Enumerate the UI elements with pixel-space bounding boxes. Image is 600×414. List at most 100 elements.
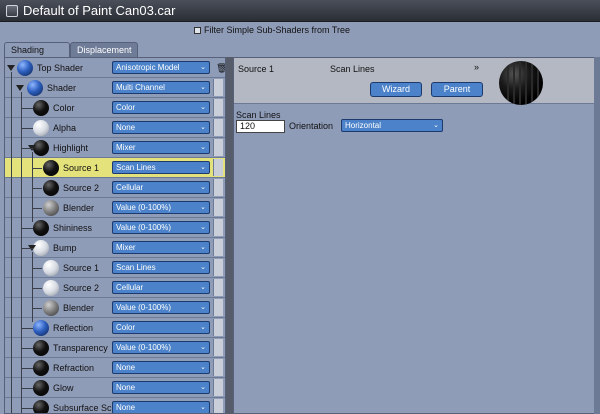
row-handle[interactable] <box>213 199 223 216</box>
chevron-down-icon: ⌄ <box>200 204 206 211</box>
shader-type-value: Cellular <box>116 183 144 192</box>
wizard-button[interactable]: Wizard <box>370 82 422 97</box>
shader-type-value: Scan Lines <box>116 263 156 272</box>
row-handle[interactable] <box>213 279 223 296</box>
shader-type-select[interactable]: None ⌄ <box>112 401 210 413</box>
tree-row[interactable]: Glow None ⌄ <box>5 378 225 398</box>
shader-ball-icon <box>43 200 59 216</box>
row-handle[interactable] <box>213 119 223 136</box>
tree-row-label: Subsurface Sc <box>53 403 112 413</box>
shader-type-select[interactable]: Mixer ⌄ <box>112 241 210 254</box>
shader-type-select[interactable]: Value (0-100%) ⌄ <box>112 201 210 214</box>
tree-row-label: Refraction <box>53 363 95 373</box>
tree-connector <box>21 408 33 409</box>
expand-triangle-icon[interactable] <box>7 65 15 71</box>
tree-row-label: Source 2 <box>63 283 100 293</box>
shader-type-value: Mixer <box>116 243 136 252</box>
tree-row[interactable]: Shininess Value (0-100%) ⌄ <box>5 218 225 238</box>
filter-checkbox[interactable]: Filter Simple Sub-Shaders from Tree <box>194 25 350 35</box>
chevron-down-icon: ⌄ <box>200 124 206 131</box>
row-handle[interactable] <box>213 319 223 336</box>
shader-type-select[interactable]: Value (0-100%) ⌄ <box>112 221 210 234</box>
row-handle[interactable] <box>213 299 223 316</box>
shader-ball-icon <box>33 400 49 413</box>
tree-row-label: Reflection <box>53 323 94 333</box>
shader-type-select[interactable]: Mixer ⌄ <box>112 141 210 154</box>
row-handle[interactable] <box>213 99 223 116</box>
tree-row[interactable]: Color Color ⌄ <box>5 98 225 118</box>
tab-displacement[interactable]: Displacement <box>70 42 138 57</box>
tree-row[interactable]: Alpha None ⌄ <box>5 118 225 138</box>
tree-row-label: Blender <box>63 303 95 313</box>
tree-row[interactable]: Bump Mixer ⌄ <box>5 238 225 258</box>
shader-type-select[interactable]: Anisotropic Model ⌄ <box>112 61 210 74</box>
row-handle[interactable] <box>213 139 223 156</box>
row-handle[interactable] <box>213 79 223 96</box>
tree-row-label: Top Shader <box>37 63 84 73</box>
tree-connector <box>21 148 33 149</box>
tree-row-label: Bump <box>53 243 77 253</box>
row-handle[interactable] <box>213 399 223 413</box>
row-handle[interactable] <box>213 339 223 356</box>
shader-type-select[interactable]: Value (0-100%) ⌄ <box>112 301 210 314</box>
expand-triangle-icon[interactable] <box>16 85 24 91</box>
shader-type-value: Color <box>116 323 136 332</box>
shader-type-select[interactable]: Scan Lines ⌄ <box>112 261 210 274</box>
parent-button[interactable]: Parent <box>431 82 483 97</box>
tree-row[interactable]: Refraction None ⌄ <box>5 358 225 378</box>
collapse-chevron-icon[interactable]: » <box>474 62 479 72</box>
tree-row[interactable]: Transparency Value (0-100%) ⌄ <box>5 338 225 358</box>
shader-name: Scan Lines <box>330 64 375 74</box>
chevron-down-icon: ⌄ <box>200 404 206 411</box>
tree-row[interactable]: Subsurface Sc None ⌄ <box>5 398 225 413</box>
panel-scrollbar[interactable] <box>594 57 600 414</box>
shader-type-select[interactable]: Cellular ⌄ <box>112 281 210 294</box>
shader-type-select[interactable]: Color ⌄ <box>112 101 210 114</box>
shader-type-select[interactable]: Color ⌄ <box>112 321 210 334</box>
shader-type-select[interactable]: Scan Lines ⌄ <box>112 161 210 174</box>
shader-type-select[interactable]: None ⌄ <box>112 381 210 394</box>
chevron-down-icon: ⌄ <box>433 122 439 129</box>
shader-header: Source 1 Scan Lines » Wizard Parent <box>234 58 599 105</box>
shader-type-select[interactable]: None ⌄ <box>112 121 210 134</box>
tree-connector <box>32 268 42 269</box>
row-handle[interactable] <box>213 179 223 196</box>
scan-lines-input[interactable]: 120 <box>236 120 285 133</box>
shader-type-value: Anisotropic Model <box>116 63 180 72</box>
tree-row-label: Highlight <box>53 143 89 153</box>
chevron-down-icon: ⌄ <box>200 344 206 351</box>
tree-row-label: Source 1 <box>63 263 100 273</box>
tree-row-label: Blender <box>63 203 95 213</box>
row-handle[interactable] <box>213 219 223 236</box>
shader-type-value: None <box>116 123 136 132</box>
shader-type-value: Mixer <box>116 143 136 152</box>
close-button[interactable] <box>6 5 18 17</box>
shader-type-select[interactable]: Value (0-100%) ⌄ <box>112 341 210 354</box>
tree-connector <box>32 208 42 209</box>
orientation-select[interactable]: Horizontal ⌄ <box>341 119 443 132</box>
shader-type-select[interactable]: Multi Channel ⌄ <box>112 81 210 94</box>
row-handle[interactable] <box>213 239 223 256</box>
chevron-down-icon: ⌄ <box>200 284 206 291</box>
panel-splitter[interactable] <box>226 57 233 414</box>
tree-row[interactable]: Shader Multi Channel ⌄ <box>5 78 225 98</box>
row-handle[interactable] <box>213 159 223 176</box>
tree-row[interactable]: Highlight Mixer ⌄ <box>5 138 225 158</box>
shader-type-value: None <box>116 403 136 412</box>
row-handle[interactable] <box>213 359 223 376</box>
tree-row[interactable]: Reflection Color ⌄ <box>5 318 225 338</box>
chevron-down-icon: ⌄ <box>200 384 206 391</box>
tree-connector <box>11 72 12 413</box>
checkbox-icon[interactable] <box>194 27 201 35</box>
shader-type-select[interactable]: Cellular ⌄ <box>112 181 210 194</box>
shader-properties-panel: Source 1 Scan Lines » Wizard Parent Scan… <box>233 57 600 414</box>
row-handle[interactable] <box>213 379 223 396</box>
shader-type-select[interactable]: None ⌄ <box>112 361 210 374</box>
tab-shading[interactable]: Shading <box>4 42 70 58</box>
shader-type-value: Multi Channel <box>116 83 165 92</box>
tree-connector <box>32 308 42 309</box>
tree-row-label: Transparency <box>53 343 108 353</box>
tree-row[interactable]: Top Shader Anisotropic Model ⌄ <box>5 58 225 78</box>
row-handle[interactable] <box>213 259 223 276</box>
tree-connector <box>21 228 33 229</box>
